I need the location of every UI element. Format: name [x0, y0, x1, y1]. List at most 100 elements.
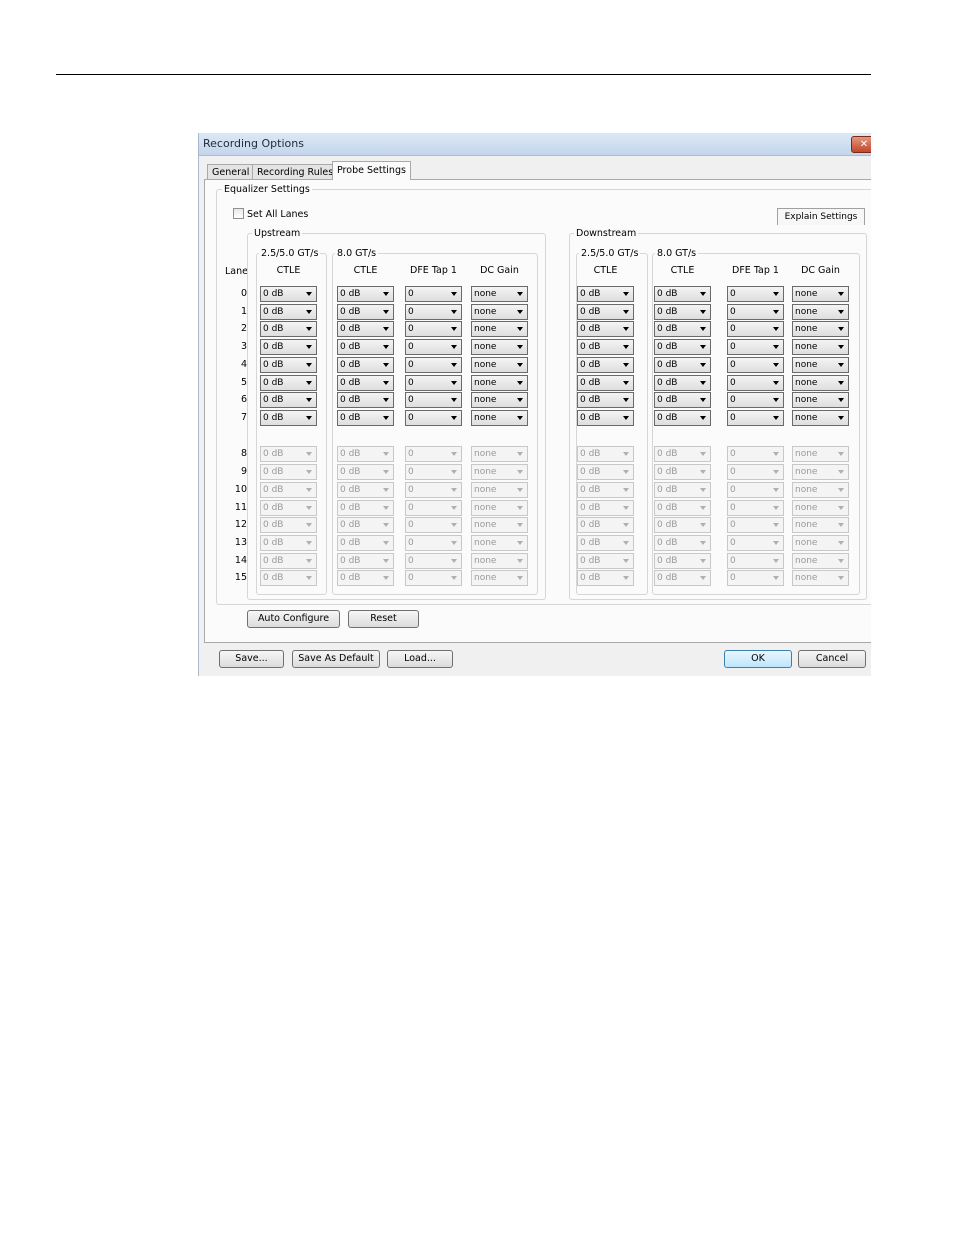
selected-value: 0 dB	[263, 449, 284, 459]
downstream-dc-gain-select[interactable]: none	[792, 375, 849, 391]
upstream-dc-gain-select[interactable]: none	[471, 410, 528, 426]
load-button[interactable]: Load...	[387, 650, 453, 668]
downstream-gen12-ctle-select[interactable]: 0 dB	[577, 357, 634, 373]
downstream-gen12-ctle-select[interactable]: 0 dB	[577, 375, 634, 391]
downstream-dc-gain-select[interactable]: none	[792, 286, 849, 302]
tab-recording-rules[interactable]: Recording Rules	[252, 164, 339, 180]
chevron-down-icon	[306, 559, 312, 563]
upstream-gen12-ctle-select[interactable]: 0 dB	[260, 375, 317, 391]
chevron-down-icon	[838, 327, 844, 331]
upstream-dc-gain-select[interactable]: none	[471, 339, 528, 355]
downstream-dfe-tap1-select[interactable]: 0	[727, 321, 784, 337]
explain-settings-button[interactable]: Explain Settings	[777, 208, 865, 225]
downstream-gen12-ctle-select[interactable]: 0 dB	[577, 392, 634, 408]
save-as-default-button[interactable]: Save As Default	[292, 650, 380, 668]
upstream-gen3-ctle-select[interactable]: 0 dB	[337, 321, 394, 337]
tab-general[interactable]: General	[207, 164, 255, 180]
reset-button[interactable]: Reset	[348, 610, 419, 628]
downstream-dfe-tap1-select[interactable]: 0	[727, 286, 784, 302]
downstream-gen3-ctle-select[interactable]: 0 dB	[654, 304, 711, 320]
upstream-gen3-ctle-select[interactable]: 0 dB	[337, 339, 394, 355]
upstream-dc-gain-select[interactable]: none	[471, 286, 528, 302]
auto-configure-button[interactable]: Auto Configure	[247, 610, 340, 628]
upstream-gen12-ctle-select[interactable]: 0 dB	[260, 339, 317, 355]
downstream-dfe-tap1-select[interactable]: 0	[727, 375, 784, 391]
lane-number: 15	[234, 572, 247, 583]
upstream-dfe-tap1-select[interactable]: 0	[405, 357, 462, 373]
downstream-dc-gain-select[interactable]: none	[792, 321, 849, 337]
ok-button[interactable]: OK	[724, 650, 792, 668]
downstream-dc-gain-select[interactable]: none	[792, 304, 849, 320]
upstream-dfe-tap1-select[interactable]: 0	[405, 339, 462, 355]
lane-number: 10	[234, 484, 247, 495]
upstream-dc-gain-select[interactable]: none	[471, 375, 528, 391]
selected-value: none	[795, 395, 818, 405]
upstream-gen3-ctle-select[interactable]: 0 dB	[337, 286, 394, 302]
downstream-dfe-tap1-select[interactable]: 0	[727, 339, 784, 355]
downstream-gen12-ctle-select: 0 dB	[577, 482, 634, 498]
tab-probe-settings[interactable]: Probe Settings	[332, 161, 411, 180]
upstream-dfe-tap1-select[interactable]: 0	[405, 375, 462, 391]
selected-value: 0 dB	[657, 378, 678, 388]
selected-value: 0 dB	[657, 520, 678, 530]
downstream-gen12-ctle-select[interactable]: 0 dB	[577, 410, 634, 426]
selected-value: none	[474, 360, 497, 370]
chevron-down-icon	[517, 398, 523, 402]
chevron-down-icon	[700, 381, 706, 385]
upstream-gen12-ctle-select[interactable]: 0 dB	[260, 286, 317, 302]
downstream-gen3-ctle-select[interactable]: 0 dB	[654, 339, 711, 355]
upstream-gen3-ctle-select[interactable]: 0 dB	[337, 357, 394, 373]
downstream-dc-gain-select[interactable]: none	[792, 410, 849, 426]
upstream-gen12-ctle-select[interactable]: 0 dB	[260, 357, 317, 373]
close-icon[interactable]: ✕	[851, 136, 871, 153]
chevron-down-icon	[773, 541, 779, 545]
upstream-gen3-ctle-select[interactable]: 0 dB	[337, 375, 394, 391]
selected-value: 0	[408, 378, 414, 388]
chevron-down-icon	[773, 310, 779, 314]
upstream-dc-gain-select[interactable]: none	[471, 321, 528, 337]
chevron-down-icon	[700, 327, 706, 331]
downstream-dfe-tap1-select[interactable]: 0	[727, 304, 784, 320]
downstream-gen3-ctle-select[interactable]: 0 dB	[654, 321, 711, 337]
upstream-dfe-tap1-select[interactable]: 0	[405, 286, 462, 302]
upstream-gen3-ctle-select[interactable]: 0 dB	[337, 392, 394, 408]
downstream-dfe-tap1-select[interactable]: 0	[727, 392, 784, 408]
upstream-gen12-ctle-select[interactable]: 0 dB	[260, 321, 317, 337]
downstream-gen3-ctle-select[interactable]: 0 dB	[654, 392, 711, 408]
upstream-gen12-ctle-select[interactable]: 0 dB	[260, 410, 317, 426]
downstream-gen3-ctle-select[interactable]: 0 dB	[654, 410, 711, 426]
upstream-dfe-tap1-select[interactable]: 0	[405, 410, 462, 426]
downstream-gen3-ctle-select[interactable]: 0 dB	[654, 375, 711, 391]
upstream-gen12-ctle-select: 0 dB	[260, 553, 317, 569]
upstream-dc-gain-select[interactable]: none	[471, 357, 528, 373]
downstream-dc-gain-select[interactable]: none	[792, 392, 849, 408]
selected-value: none	[474, 538, 497, 548]
downstream-gen3-ctle-select[interactable]: 0 dB	[654, 357, 711, 373]
cancel-button[interactable]: Cancel	[798, 650, 866, 668]
upstream-dc-gain-select: none	[471, 570, 528, 586]
downstream-dfe-tap1-select[interactable]: 0	[727, 357, 784, 373]
upstream-gen12-ctle-select[interactable]: 0 dB	[260, 392, 317, 408]
save-button[interactable]: Save...	[219, 650, 284, 668]
downstream-gen12-ctle-select[interactable]: 0 dB	[577, 321, 634, 337]
upstream-dc-gain-select[interactable]: none	[471, 392, 528, 408]
chevron-down-icon	[306, 327, 312, 331]
downstream-gen12-ctle-select[interactable]: 0 dB	[577, 304, 634, 320]
upstream-gen3-ctle-select[interactable]: 0 dB	[337, 410, 394, 426]
upstream-gen12-ctle-select[interactable]: 0 dB	[260, 304, 317, 320]
downstream-gen3-ctle-select[interactable]: 0 dB	[654, 286, 711, 302]
upstream-gen3-ctle-select[interactable]: 0 dB	[337, 304, 394, 320]
downstream-gen12-ctle-select[interactable]: 0 dB	[577, 339, 634, 355]
downstream-dc-gain-select[interactable]: none	[792, 339, 849, 355]
selected-value: 0 dB	[657, 573, 678, 583]
checkbox-icon[interactable]	[233, 208, 244, 219]
lane-number: 2	[240, 323, 247, 334]
upstream-dfe-tap1-select[interactable]: 0	[405, 392, 462, 408]
chevron-down-icon	[838, 452, 844, 456]
downstream-gen12-ctle-select[interactable]: 0 dB	[577, 286, 634, 302]
downstream-dfe-tap1-select[interactable]: 0	[727, 410, 784, 426]
downstream-dc-gain-select[interactable]: none	[792, 357, 849, 373]
upstream-dc-gain-select[interactable]: none	[471, 304, 528, 320]
upstream-dfe-tap1-select[interactable]: 0	[405, 321, 462, 337]
upstream-dfe-tap1-select[interactable]: 0	[405, 304, 462, 320]
